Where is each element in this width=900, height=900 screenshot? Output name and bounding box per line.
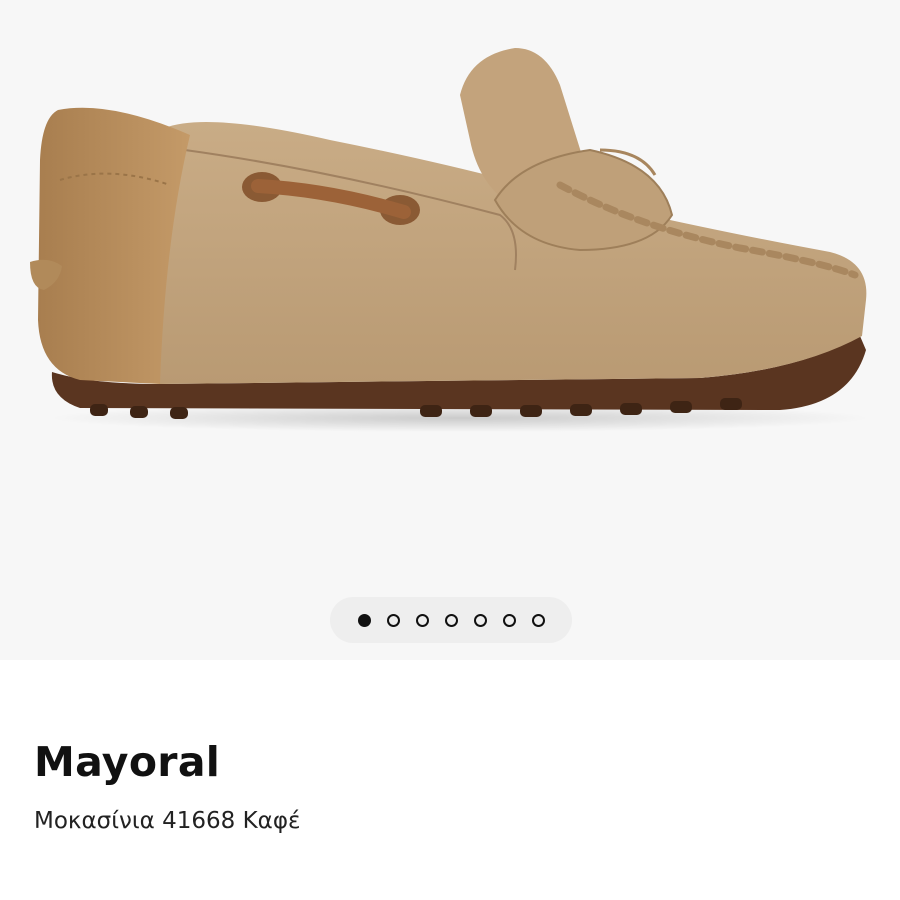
pagination-dot-3[interactable] [415,613,429,627]
image-pagination [330,597,572,643]
pagination-dot-4[interactable] [444,613,458,627]
pagination-dot-5[interactable] [473,613,487,627]
pagination-dot-6[interactable] [502,613,516,627]
pagination-dot-2[interactable] [386,613,400,627]
product-name: Μοκασίνια 41668 Καφέ [34,808,301,834]
product-image[interactable] [0,0,900,660]
product-image-gallery[interactable] [0,0,900,660]
product-info: Mayoral Μοκασίνια 41668 Καφέ [0,660,900,900]
brand-name[interactable]: Mayoral [34,738,220,786]
product-page: Mayoral Μοκασίνια 41668 Καφέ [0,0,900,900]
pagination-dot-1[interactable] [357,613,371,627]
pagination-dot-7[interactable] [531,613,545,627]
